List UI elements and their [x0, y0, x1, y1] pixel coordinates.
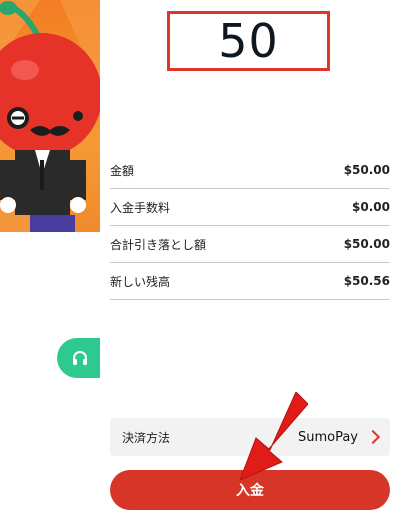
summary-row-fee: 入金手数料 $0.00	[110, 189, 390, 226]
deposit-button-label: 入金	[236, 483, 264, 499]
payment-method-right: SumoPay	[298, 429, 381, 445]
summary-label: 新しい残高	[110, 274, 171, 289]
deposit-summary: 金額 $50.00 入金手数料 $0.00 合計引き落とし額 $50.00 新し…	[110, 152, 390, 300]
summary-value: $0.00	[352, 200, 390, 214]
mascot-illustration	[0, 0, 100, 232]
summary-label: 金額	[110, 163, 135, 178]
support-button[interactable]	[57, 338, 100, 378]
summary-label: 合計引き落とし額	[110, 237, 207, 252]
headset-icon	[72, 351, 87, 365]
amount-display[interactable]: 50	[167, 11, 330, 71]
summary-value: $50.00	[343, 237, 390, 251]
summary-label: 入金手数料	[110, 200, 171, 215]
summary-value: $50.56	[343, 274, 390, 288]
chevron-right-icon	[365, 429, 381, 445]
mascot-banner	[0, 0, 100, 232]
payment-method-label: 決済方法	[122, 430, 171, 445]
summary-row-new-balance: 新しい残高 $50.56	[110, 263, 390, 300]
summary-row-amount: 金額 $50.00	[110, 152, 390, 189]
summary-row-total: 合計引き落とし額 $50.00	[110, 226, 390, 263]
summary-value: $50.00	[343, 163, 390, 177]
amount-value: 50	[218, 14, 279, 68]
red-arrow-icon	[239, 392, 308, 481]
